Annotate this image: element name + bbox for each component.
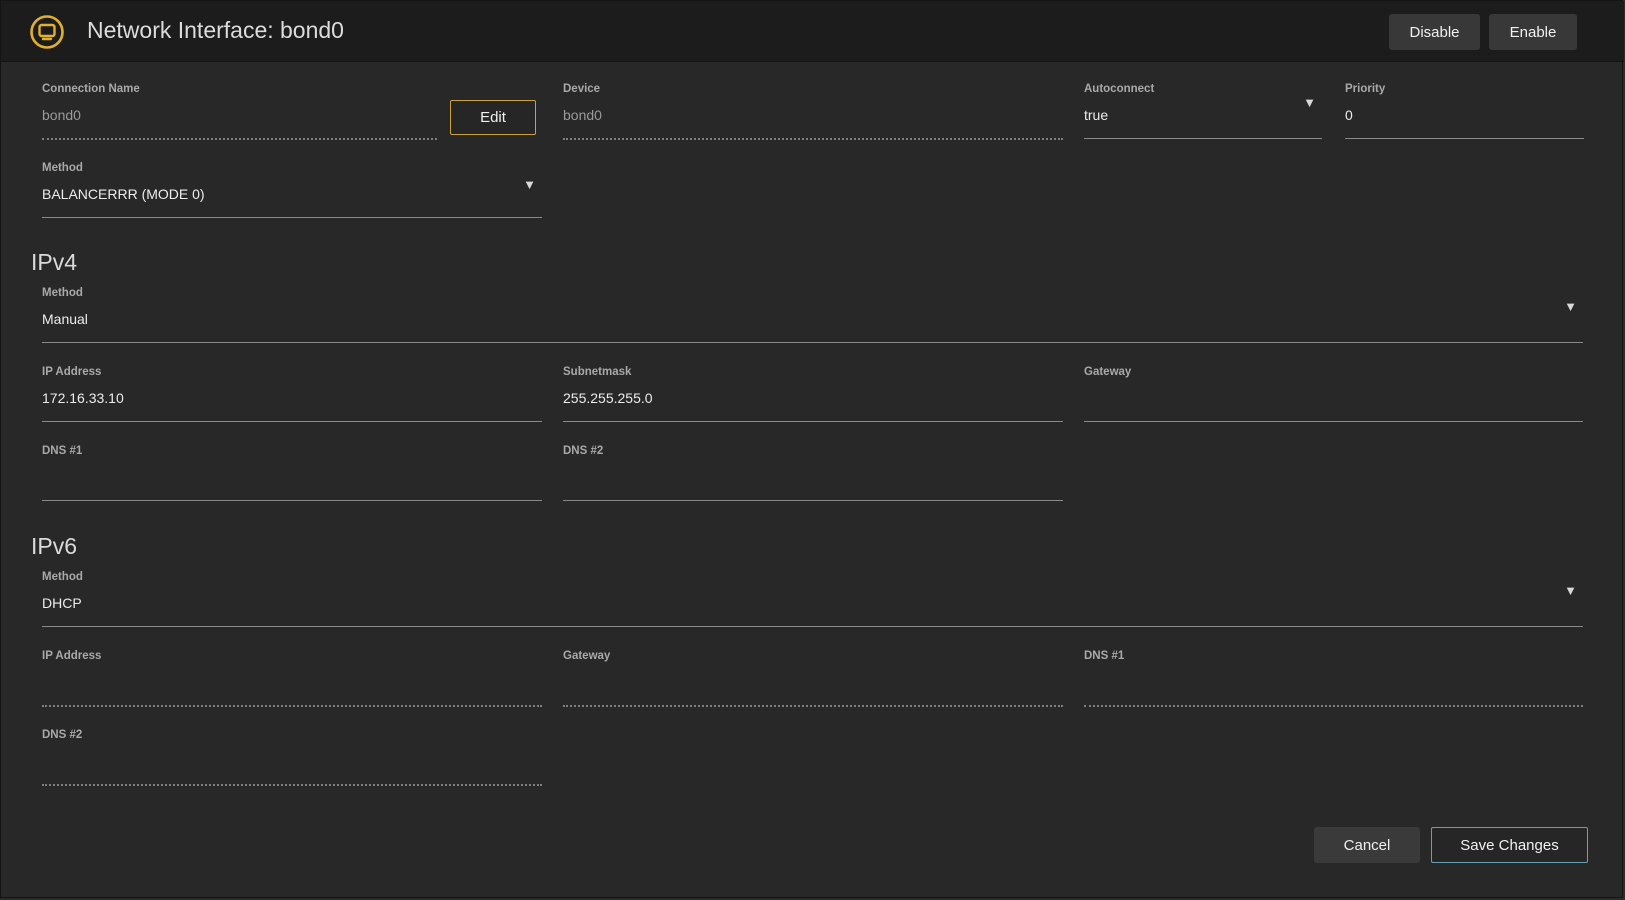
dialog: Network Interface: bond0 Disable Enable … — [0, 0, 1624, 898]
chevron-down-icon[interactable]: ▼ — [1564, 299, 1577, 314]
ipv6-method-select[interactable]: Method DHCP ▼ — [42, 571, 1583, 631]
priority-input[interactable]: Priority 0 — [1345, 83, 1584, 143]
ipv6-ip-address-underline — [42, 705, 542, 707]
title-bar: Network Interface: bond0 Disable Enable — [1, 1, 1624, 62]
chevron-down-icon[interactable]: ▼ — [523, 177, 536, 192]
edit-button[interactable]: Edit — [450, 100, 536, 135]
ipv4-ip-address-value: 172.16.33.10 — [42, 390, 124, 406]
network-interface-icon — [29, 14, 65, 50]
connection-name-label: Connection Name — [42, 83, 140, 95]
ipv4-gateway-label: Gateway — [1084, 366, 1132, 378]
ipv6-heading: IPv6 — [31, 533, 78, 559]
ipv4-subnetmask-input[interactable]: Subnetmask 255.255.255.0 — [563, 366, 1063, 426]
ipv4-dns2-underline — [563, 500, 1063, 501]
page-title: Network Interface: bond0 — [87, 17, 344, 43]
ipv6-dns2-underline — [42, 784, 542, 786]
chevron-down-icon[interactable]: ▼ — [1303, 95, 1316, 110]
device-label: Device — [563, 83, 601, 95]
priority-value: 0 — [1345, 107, 1353, 123]
ipv6-method-label: Method — [42, 571, 83, 583]
ipv4-dns1-input[interactable]: DNS #1 — [42, 445, 542, 505]
ipv4-ip-address-label: IP Address — [42, 366, 102, 378]
chevron-down-icon[interactable]: ▼ — [1564, 583, 1577, 598]
ipv6-gateway-label: Gateway — [563, 650, 611, 662]
bond-method-underline — [42, 217, 542, 218]
ipv4-method-value: Manual — [42, 311, 88, 327]
ipv6-gateway-underline — [563, 705, 1063, 707]
ipv6-dns2-label: DNS #2 — [42, 729, 83, 741]
ipv4-gateway-input[interactable]: Gateway — [1084, 366, 1583, 426]
ipv4-method-select[interactable]: Method Manual ▼ — [42, 287, 1583, 347]
cancel-button[interactable]: Cancel — [1314, 827, 1420, 863]
enable-button[interactable]: Enable — [1489, 14, 1577, 50]
ipv4-gateway-underline — [1084, 421, 1583, 422]
autoconnect-value: true — [1084, 107, 1109, 123]
device-value: bond0 — [563, 107, 602, 123]
priority-label: Priority — [1345, 83, 1386, 95]
ipv4-ip-address-input[interactable]: IP Address 172.16.33.10 — [42, 366, 542, 426]
ipv6-dns1-label: DNS #1 — [1084, 650, 1125, 662]
autoconnect-label: Autoconnect — [1084, 83, 1155, 95]
ipv6-dns2-input[interactable]: DNS #2 — [42, 729, 542, 789]
ipv6-ip-address-input[interactable]: IP Address — [42, 650, 542, 710]
ipv4-subnetmask-underline — [563, 421, 1063, 422]
connection-name-underline — [42, 138, 437, 140]
ipv4-dns1-underline — [42, 500, 542, 501]
ipv4-ip-address-underline — [42, 421, 542, 422]
priority-underline — [1345, 138, 1584, 139]
ipv6-method-underline — [42, 626, 1583, 627]
ipv6-dns1-input[interactable]: DNS #1 — [1084, 650, 1583, 710]
ipv4-subnetmask-value: 255.255.255.0 — [563, 390, 653, 406]
ipv6-dns1-underline — [1084, 705, 1583, 707]
ipv4-heading: IPv4 — [31, 249, 78, 275]
ipv4-subnetmask-label: Subnetmask — [563, 366, 632, 378]
ipv4-method-label: Method — [42, 287, 83, 299]
connection-name-value: bond0 — [42, 107, 81, 123]
ipv4-dns2-input[interactable]: DNS #2 — [563, 445, 1063, 505]
device-field[interactable]: Device bond0 — [563, 83, 1063, 143]
ipv6-ip-address-label: IP Address — [42, 650, 102, 662]
device-underline — [563, 138, 1063, 140]
ipv4-dns2-label: DNS #2 — [563, 445, 604, 457]
autoconnect-select[interactable]: Autoconnect true ▼ — [1084, 83, 1322, 143]
bond-method-label: Method — [42, 162, 83, 174]
ipv6-method-value: DHCP — [42, 595, 82, 611]
save-changes-button[interactable]: Save Changes — [1431, 827, 1588, 863]
disable-button[interactable]: Disable — [1389, 14, 1480, 50]
bond-method-value: BALANCERRR (MODE 0) — [42, 186, 205, 202]
ipv4-method-underline — [42, 342, 1583, 343]
autoconnect-underline — [1084, 138, 1322, 139]
ipv4-dns1-label: DNS #1 — [42, 445, 83, 457]
ipv6-gateway-input[interactable]: Gateway — [563, 650, 1063, 710]
connection-name-field[interactable]: Connection Name bond0 — [42, 83, 437, 143]
bond-method-select[interactable]: Method BALANCERRR (MODE 0) ▼ — [42, 162, 542, 222]
